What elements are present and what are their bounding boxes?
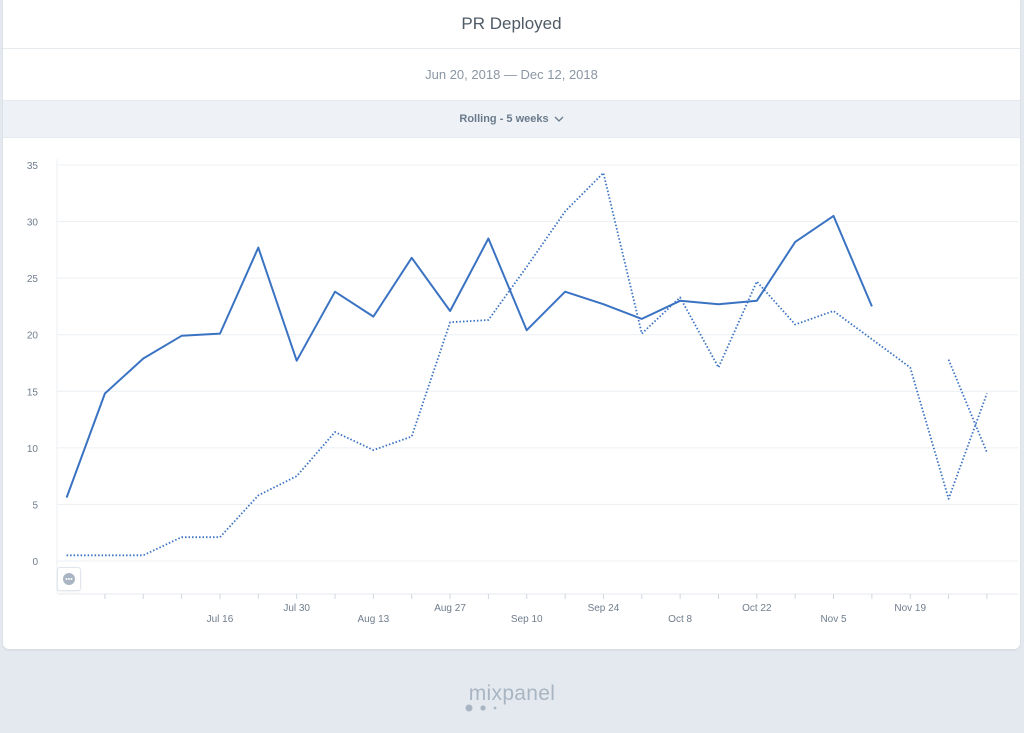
y-tick-label: 15 (27, 387, 39, 398)
logo-dots (465, 704, 497, 712)
x-tick-label: Oct 8 (668, 614, 692, 625)
x-tick-label: Sep 10 (511, 614, 543, 625)
chevron-down-icon (554, 116, 564, 122)
x-tick-label: Sep 24 (588, 603, 620, 614)
x-tick-label: Nov 19 (894, 603, 926, 614)
y-tick-label: 25 (27, 274, 39, 285)
chart-title: PR Deployed (3, 0, 1020, 49)
y-tick-label: 35 (27, 161, 39, 172)
mixpanel-logo: mixpanel (468, 682, 556, 705)
x-tick-label: Aug 27 (434, 603, 466, 614)
rolling-label: Rolling - 5 weeks (459, 113, 549, 125)
comment-icon (63, 573, 75, 585)
y-tick-label: 10 (27, 444, 39, 455)
y-tick-label: 30 (27, 218, 39, 229)
x-tick-label: Nov 5 (820, 614, 847, 625)
y-tick-label: 5 (32, 500, 38, 511)
date-range[interactable]: Jun 20, 2018 — Dec 12, 2018 (3, 49, 1020, 101)
y-tick-label: 20 (27, 331, 39, 342)
x-tick-label: Aug 13 (358, 614, 390, 625)
y-tick-label: 0 (32, 557, 38, 568)
series-line-incomplete (947, 359, 988, 453)
x-tick-label: Jul 30 (283, 603, 310, 614)
series-line-dotted (66, 172, 988, 557)
annotation-button[interactable] (57, 567, 81, 591)
line-chart: 0 5 10 15 20 25 30 35 Jul 16 Jul 30 Aug 13 Aug 27 Se… (27, 159, 1018, 625)
x-tick-label: Jul 16 (207, 614, 234, 625)
series-line-solid (65, 214, 873, 498)
rolling-dropdown[interactable]: Rolling - 5 weeks (3, 101, 1020, 138)
x-tick-label: Oct 22 (742, 603, 772, 614)
